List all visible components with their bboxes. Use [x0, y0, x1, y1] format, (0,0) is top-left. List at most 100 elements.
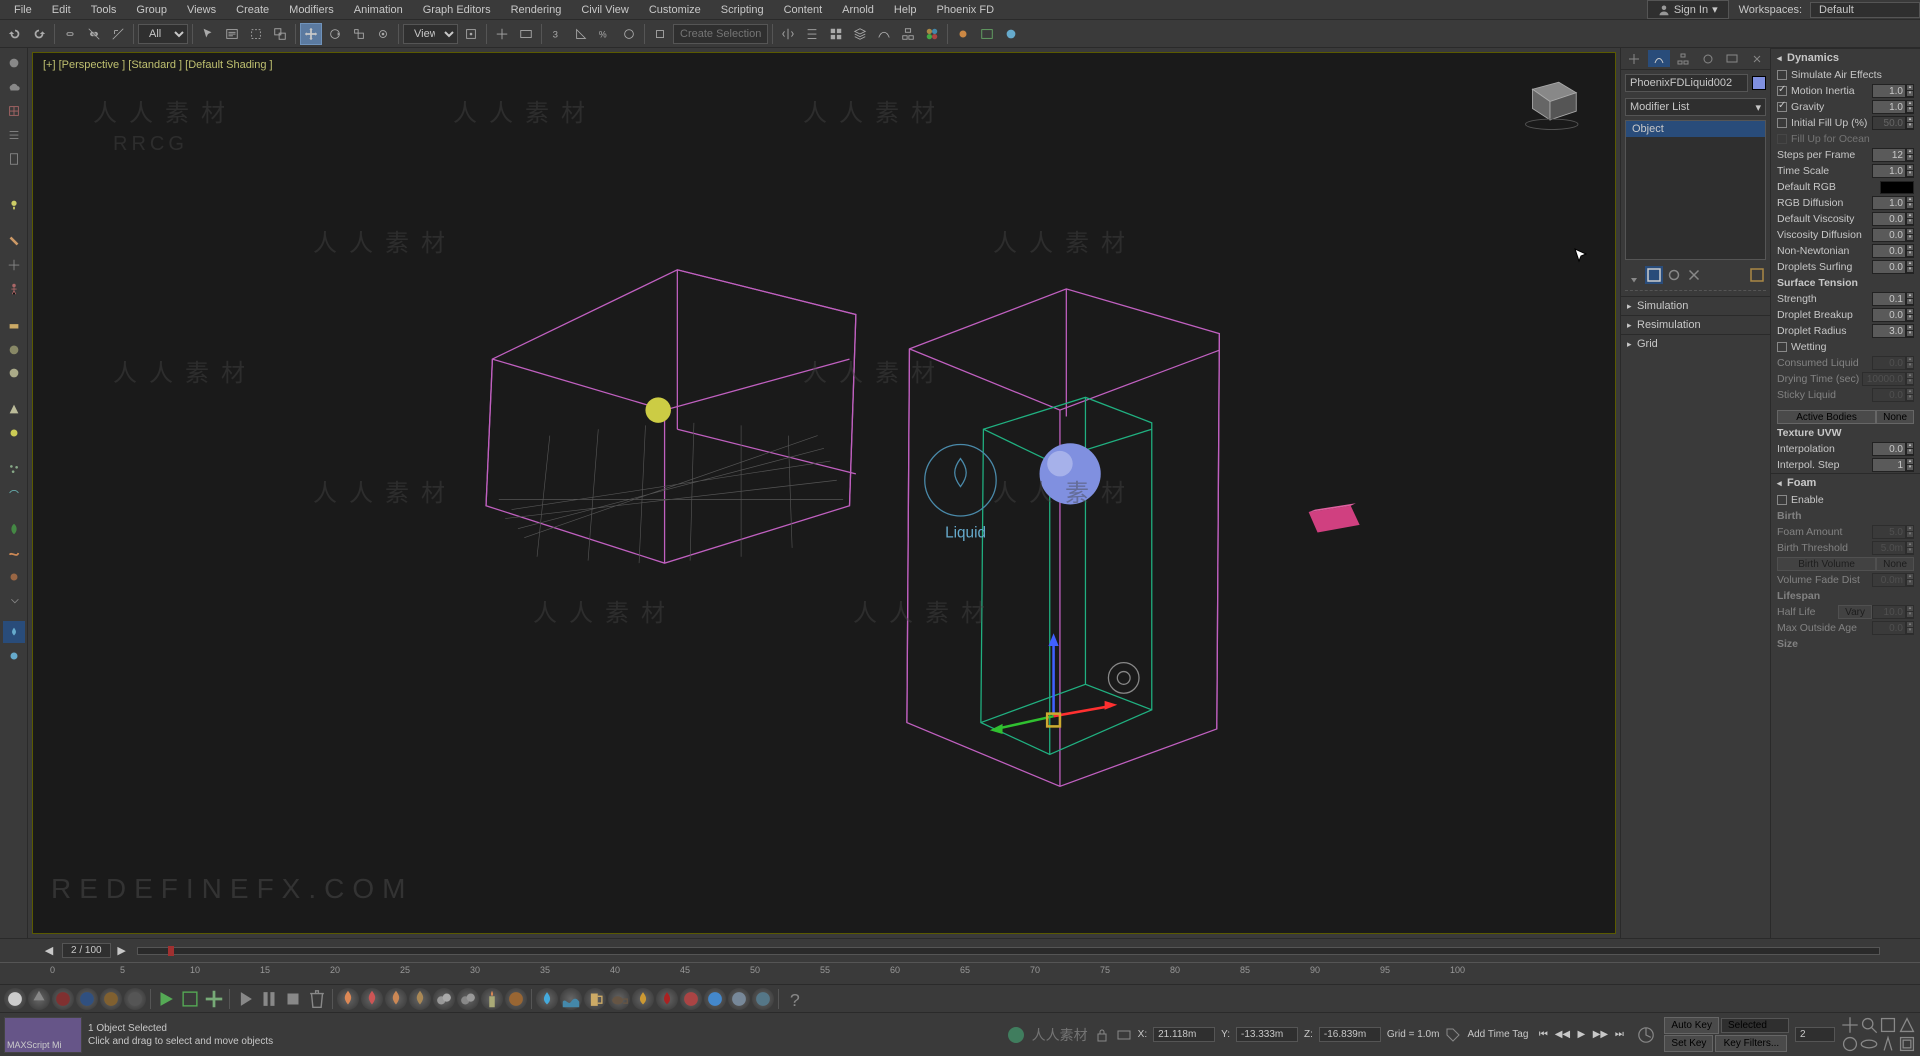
val-rgb-diff[interactable] — [1872, 196, 1906, 210]
mirror-button[interactable] — [777, 23, 799, 45]
show-result-button[interactable] — [1645, 266, 1663, 284]
rail-expand-chevron[interactable] — [3, 590, 25, 612]
frame-next-button[interactable]: ▶ — [113, 942, 131, 960]
layers-button[interactable] — [849, 23, 871, 45]
sim-pause-button[interactable] — [258, 988, 280, 1010]
rail-helper-icon[interactable] — [3, 254, 25, 276]
prev-frame-button[interactable]: ◀◀ — [1553, 1026, 1571, 1044]
val-steps[interactable] — [1872, 148, 1906, 162]
rail-orb-icon[interactable] — [3, 566, 25, 588]
manipulate-button[interactable] — [491, 23, 513, 45]
spin-dropsurf[interactable]: ▴▾ — [1906, 260, 1914, 274]
pivot-button[interactable] — [460, 23, 482, 45]
chk-simulate-air[interactable] — [1777, 70, 1787, 80]
max-toggle-icon[interactable] — [1898, 1035, 1916, 1053]
menu-modifiers[interactable]: Modifiers — [279, 2, 344, 18]
phx-icon-6[interactable] — [124, 988, 146, 1010]
spin-motion-inertia[interactable]: ▴▾ — [1906, 84, 1914, 98]
preset-honey-icon[interactable] — [632, 988, 654, 1010]
rail-flow-icon[interactable] — [3, 482, 25, 504]
configure-sets-button[interactable] — [1748, 266, 1766, 284]
schematic-view-button[interactable] — [897, 23, 919, 45]
object-name-field[interactable]: PhoenixFDLiquid002 — [1625, 74, 1748, 92]
select-name-button[interactable] — [221, 23, 243, 45]
sign-in-button[interactable]: Sign In ▾ — [1647, 0, 1729, 19]
rail-particle-icon[interactable] — [3, 458, 25, 480]
link-button[interactable] — [59, 23, 81, 45]
preset-milk-icon[interactable] — [728, 988, 750, 1010]
help-button[interactable]: ? — [783, 988, 805, 1010]
rail-grid-icon[interactable] — [3, 100, 25, 122]
preset-beer-icon[interactable] — [584, 988, 606, 1010]
rail-doc-icon[interactable] — [3, 148, 25, 170]
val-interpstep[interactable] — [1872, 458, 1906, 472]
val-interp[interactable] — [1872, 442, 1906, 456]
frame-prev-button[interactable]: ◀ — [40, 942, 58, 960]
menu-help[interactable]: Help — [884, 2, 927, 18]
rail-cloud-icon[interactable] — [3, 76, 25, 98]
val-nonnewt[interactable] — [1872, 244, 1906, 258]
schematic-toggle-button[interactable] — [825, 23, 847, 45]
spin-gravity[interactable]: ▴▾ — [1906, 100, 1914, 114]
pin-stack-button[interactable] — [1625, 266, 1643, 284]
rail-cone-icon[interactable] — [3, 398, 25, 420]
spin-strength[interactable]: ▴▾ — [1906, 292, 1914, 306]
frame-counter[interactable]: 2 / 100 — [62, 943, 111, 958]
timeline-track[interactable] — [137, 947, 1880, 955]
chk-gravity[interactable] — [1777, 102, 1787, 112]
refcoord-dropdown[interactable]: View — [403, 24, 458, 44]
spin-steps[interactable]: ▴▾ — [1906, 148, 1914, 162]
val-strength[interactable] — [1872, 292, 1906, 306]
preset-candle-icon[interactable] — [481, 988, 503, 1010]
spinner-snap-button[interactable] — [618, 23, 640, 45]
key-mode-icon[interactable] — [1634, 1023, 1658, 1047]
tab-create[interactable] — [1623, 50, 1646, 67]
rail-ball-icon[interactable] — [3, 362, 25, 384]
phx-frame-icon[interactable] — [179, 988, 201, 1010]
viewport[interactable]: [+] [Perspective ] [Standard ] [Default … — [32, 52, 1616, 934]
val-dropbreak[interactable] — [1872, 308, 1906, 322]
val-motion-inertia[interactable] — [1872, 84, 1906, 98]
menu-scripting[interactable]: Scripting — [711, 2, 774, 18]
rail-drop-icon[interactable] — [3, 621, 25, 643]
add-time-tag[interactable]: Add Time Tag — [1467, 1029, 1528, 1040]
bind-button[interactable] — [107, 23, 129, 45]
preset-chocolate-icon[interactable] — [752, 988, 774, 1010]
z-coord[interactable] — [1319, 1027, 1381, 1042]
rail-plane-icon[interactable] — [3, 314, 25, 336]
preset-ocean-icon[interactable] — [560, 988, 582, 1010]
menu-customize[interactable]: Customize — [639, 2, 711, 18]
chk-initial-fill[interactable] — [1777, 118, 1787, 128]
key-filters-button[interactable]: Key Filters... — [1715, 1035, 1787, 1052]
rail-star-icon[interactable] — [3, 422, 25, 444]
spin-timescale[interactable]: ▴▾ — [1906, 164, 1914, 178]
object-color-swatch[interactable] — [1752, 76, 1766, 90]
stack-item-object[interactable]: Object — [1626, 121, 1765, 137]
preset-water-icon[interactable] — [536, 988, 558, 1010]
percent-snap-button[interactable]: % — [594, 23, 616, 45]
section-foam[interactable]: Foam — [1771, 473, 1920, 492]
preset-fire3-icon[interactable] — [385, 988, 407, 1010]
select-place-button[interactable] — [372, 23, 394, 45]
viewcube[interactable] — [1515, 63, 1585, 133]
fov-icon[interactable] — [1898, 1016, 1916, 1034]
phx-icon-5[interactable] — [100, 988, 122, 1010]
chk-wetting[interactable] — [1777, 342, 1787, 352]
rail-list-icon[interactable] — [3, 124, 25, 146]
val-gravity[interactable] — [1872, 100, 1906, 114]
pan2-icon[interactable] — [1841, 1035, 1859, 1053]
menu-graph-editors[interactable]: Graph Editors — [413, 2, 501, 18]
phx-icon-4[interactable] — [76, 988, 98, 1010]
select-button[interactable] — [197, 23, 219, 45]
auto-key-button[interactable]: Auto Key — [1664, 1017, 1719, 1034]
selection-filter-dropdown[interactable]: All — [138, 24, 188, 44]
sim-delete-button[interactable] — [306, 988, 328, 1010]
val-timescale[interactable] — [1872, 164, 1906, 178]
undo-button[interactable] — [4, 23, 26, 45]
select-rotate-button[interactable] — [324, 23, 346, 45]
val-droprad[interactable] — [1872, 324, 1906, 338]
menu-edit[interactable]: Edit — [42, 2, 81, 18]
preset-paint-icon[interactable] — [680, 988, 702, 1010]
keyframe-marker[interactable] — [168, 946, 174, 956]
rail-light-icon[interactable] — [3, 194, 25, 216]
